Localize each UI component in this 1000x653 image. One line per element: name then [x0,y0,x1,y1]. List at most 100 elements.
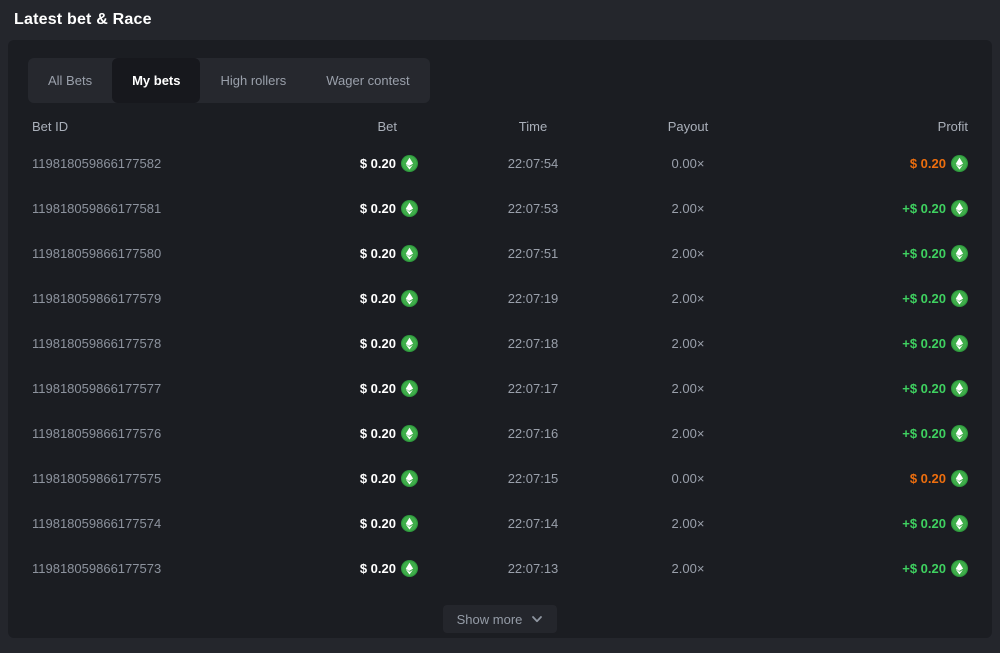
payout-cell: 0.00× [648,471,728,486]
green-coin-icon [951,290,968,307]
bet-id-cell: 119818059866177582 [32,156,308,171]
green-coin-icon [401,380,418,397]
green-coin-icon [951,515,968,532]
profit-cell: +$ 0.20 [728,335,968,352]
table-row[interactable]: 119818059866177575 $ 0.20 22:07:15 0.00×… [24,456,976,501]
green-coin-icon [951,155,968,172]
profit-amount: +$ 0.20 [902,516,946,531]
bet-cell: $ 0.20 [308,470,418,487]
show-more-button[interactable]: Show more [443,605,558,633]
bet-id-cell: 119818059866177581 [32,201,308,216]
green-coin-icon [951,470,968,487]
payout-cell: 2.00× [648,246,728,261]
show-more-label: Show more [457,612,523,627]
green-coin-icon [401,515,418,532]
tab-label: My bets [132,73,180,88]
bet-cell: $ 0.20 [308,560,418,577]
tab-label: All Bets [48,73,92,88]
profit-cell: $ 0.20 [728,470,968,487]
profit-cell: +$ 0.20 [728,560,968,577]
profit-amount: +$ 0.20 [902,561,946,576]
payout-cell: 2.00× [648,561,728,576]
payout-cell: 2.00× [648,516,728,531]
profit-cell: $ 0.20 [728,155,968,172]
tab-high-rollers[interactable]: High rollers [200,58,306,103]
page-title: Latest bet & Race [14,11,152,29]
payout-cell: 2.00× [648,201,728,216]
green-coin-icon [401,200,418,217]
table-body: 119818059866177582 $ 0.20 22:07:54 0.00×… [24,141,976,591]
show-more-wrap: Show more [24,605,976,633]
table-row[interactable]: 119818059866177576 $ 0.20 22:07:16 2.00×… [24,411,976,456]
table-row[interactable]: 119818059866177573 $ 0.20 22:07:13 2.00×… [24,546,976,591]
bet-amount: $ 0.20 [360,291,396,306]
bet-cell: $ 0.20 [308,380,418,397]
time-cell: 22:07:19 [418,291,648,306]
tab-my-bets[interactable]: My bets [112,58,200,103]
bet-id-cell: 119818059866177578 [32,336,308,351]
green-coin-icon [401,290,418,307]
profit-amount: +$ 0.20 [902,291,946,306]
green-coin-icon [401,560,418,577]
table-row[interactable]: 119818059866177579 $ 0.20 22:07:19 2.00×… [24,276,976,321]
time-cell: 22:07:15 [418,471,648,486]
time-cell: 22:07:16 [418,426,648,441]
table-row[interactable]: 119818059866177574 $ 0.20 22:07:14 2.00×… [24,501,976,546]
green-coin-icon [401,335,418,352]
bet-id-cell: 119818059866177574 [32,516,308,531]
tab-all-bets[interactable]: All Bets [28,58,112,103]
table-row[interactable]: 119818059866177580 $ 0.20 22:07:51 2.00×… [24,231,976,276]
profit-amount: +$ 0.20 [902,426,946,441]
column-header-bet: Bet [308,119,418,134]
table-header-row: Bet ID Bet Time Payout Profit [24,111,976,141]
profit-amount: +$ 0.20 [902,201,946,216]
table-row[interactable]: 119818059866177581 $ 0.20 22:07:53 2.00×… [24,186,976,231]
profit-amount: +$ 0.20 [902,246,946,261]
profit-amount: +$ 0.20 [902,336,946,351]
profit-amount: $ 0.20 [910,471,946,486]
bet-cell: $ 0.20 [308,245,418,262]
tab-wager-contest[interactable]: Wager contest [306,58,429,103]
green-coin-icon [401,155,418,172]
latest-bets-panel: All Bets My bets High rollers Wager cont… [8,40,992,638]
bet-amount: $ 0.20 [360,246,396,261]
column-header-payout: Payout [648,119,728,134]
green-coin-icon [951,245,968,262]
green-coin-icon [401,470,418,487]
column-header-profit: Profit [728,119,968,134]
profit-amount: +$ 0.20 [902,381,946,396]
table-row[interactable]: 119818059866177578 $ 0.20 22:07:18 2.00×… [24,321,976,366]
bet-amount: $ 0.20 [360,561,396,576]
bet-amount: $ 0.20 [360,201,396,216]
profit-cell: +$ 0.20 [728,245,968,262]
profit-amount: $ 0.20 [910,156,946,171]
time-cell: 22:07:53 [418,201,648,216]
table-row[interactable]: 119818059866177582 $ 0.20 22:07:54 0.00×… [24,141,976,186]
green-coin-icon [401,425,418,442]
bet-id-cell: 119818059866177577 [32,381,308,396]
time-cell: 22:07:51 [418,246,648,261]
bet-id-cell: 119818059866177580 [32,246,308,261]
bet-amount: $ 0.20 [360,516,396,531]
payout-cell: 2.00× [648,336,728,351]
time-cell: 22:07:54 [418,156,648,171]
green-coin-icon [951,380,968,397]
time-cell: 22:07:18 [418,336,648,351]
column-header-bet-id: Bet ID [32,119,308,134]
bet-amount: $ 0.20 [360,471,396,486]
green-coin-icon [951,560,968,577]
payout-cell: 2.00× [648,381,728,396]
bet-amount: $ 0.20 [360,381,396,396]
payout-cell: 0.00× [648,156,728,171]
profit-cell: +$ 0.20 [728,425,968,442]
bet-cell: $ 0.20 [308,290,418,307]
bet-cell: $ 0.20 [308,200,418,217]
green-coin-icon [951,335,968,352]
time-cell: 22:07:17 [418,381,648,396]
bet-cell: $ 0.20 [308,335,418,352]
chevron-down-icon [531,613,543,625]
tab-label: Wager contest [326,73,409,88]
profit-cell: +$ 0.20 [728,380,968,397]
time-cell: 22:07:13 [418,561,648,576]
table-row[interactable]: 119818059866177577 $ 0.20 22:07:17 2.00×… [24,366,976,411]
